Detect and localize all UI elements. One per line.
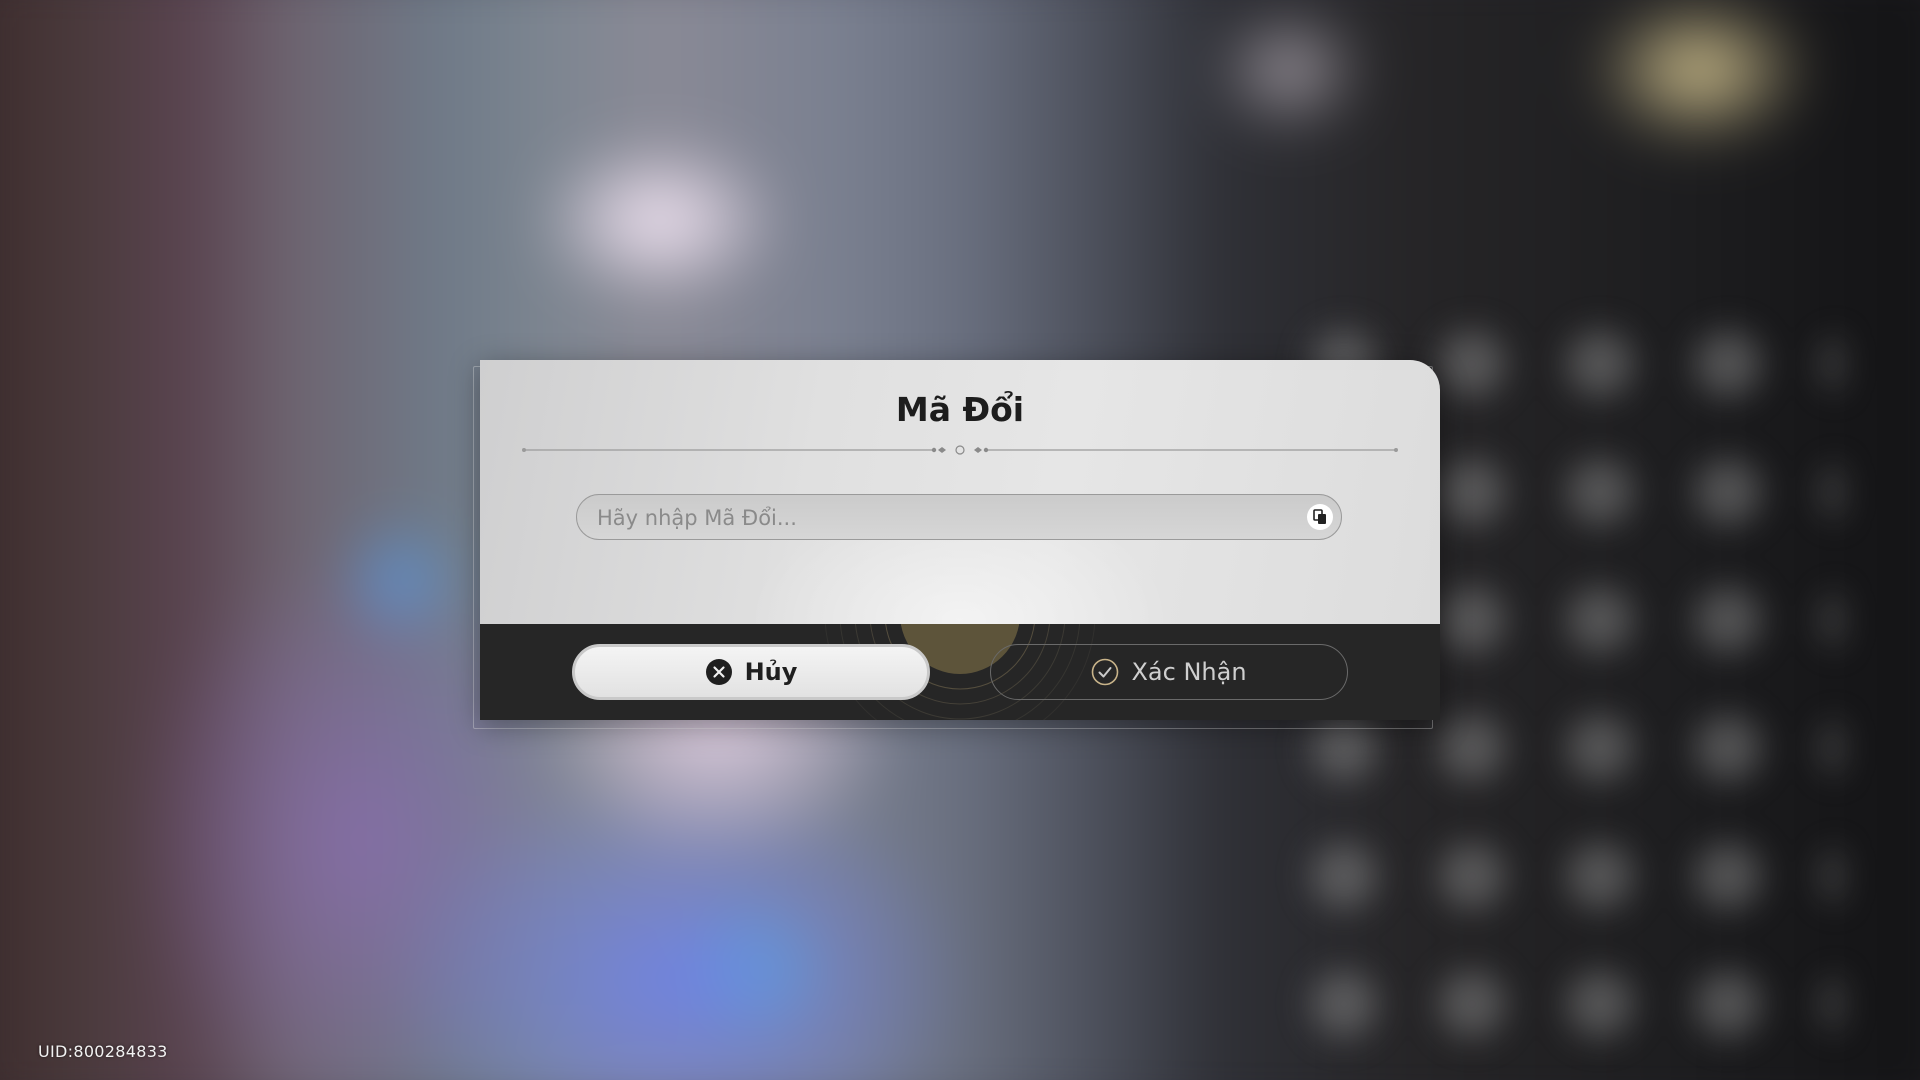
redeem-code-field [576,494,1342,540]
confirm-button[interactable]: Xác Nhận [990,644,1348,700]
dialog-body: Mã Đổi [480,360,1440,624]
dialog-title: Mã Đổi [895,390,1025,429]
player-uid: UID:800284833 [38,1042,168,1061]
cancel-button[interactable]: Hủy [572,644,930,700]
confirm-button-label: Xác Nhận [1131,658,1247,686]
cancel-button-label: Hủy [744,658,798,686]
paste-icon [1313,509,1326,524]
paste-button[interactable] [1307,504,1333,530]
game-screen: Mã Đổi Hãy nhập Mã Đổi... Hủy Xác Nhận U… [0,0,1920,1080]
dialog-button-bar: Hủy Xác Nhận [480,624,1440,720]
redeem-code-dialog: Mã Đổi Hãy nhập Mã Đổi... Hủy Xác Nhận [480,360,1440,720]
close-circle-icon [705,658,733,686]
redeem-code-input[interactable] [595,495,1279,540]
title-divider [522,445,1398,455]
check-circle-icon [1091,658,1119,686]
